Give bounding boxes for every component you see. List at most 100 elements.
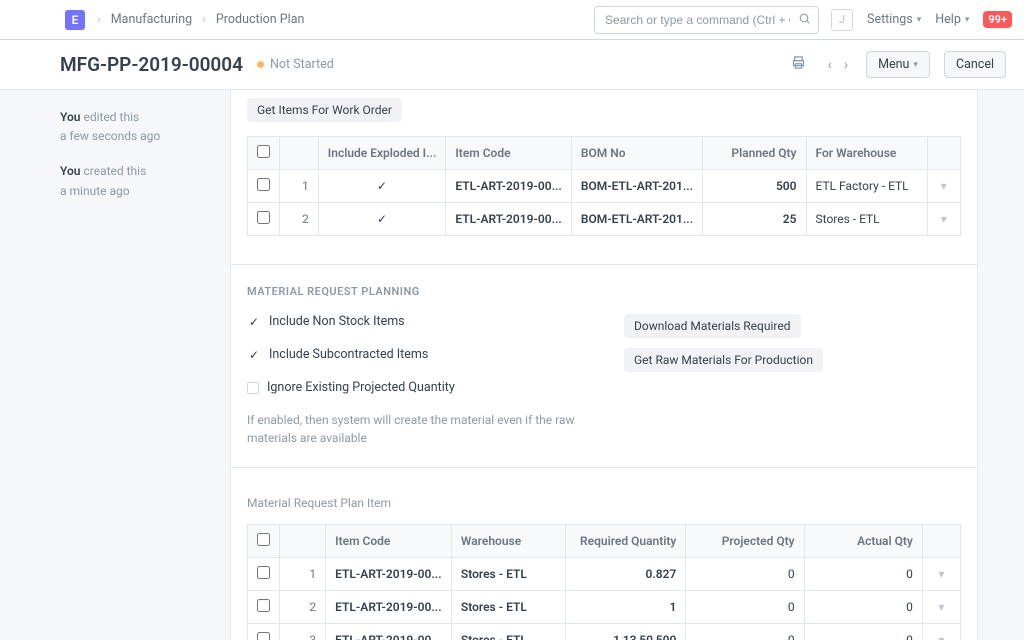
row-checkbox[interactable] [257, 211, 270, 224]
checkbox-empty-icon [247, 382, 259, 394]
row-index: 2 [280, 203, 319, 236]
page-header: MFG-PP-2019-00004 Not Started ‹ › Menu▾ … [0, 40, 1024, 90]
projected-qty-cell[interactable]: 0 [686, 590, 804, 623]
col-bom-no[interactable]: BOM No [571, 137, 702, 170]
row-menu-icon[interactable]: ▾ [922, 590, 960, 623]
chevron-right-icon: › [202, 12, 206, 27]
opt-help-text: If enabled, then system will create the … [247, 411, 584, 447]
work-order-items-table: Include Exploded I... Item Code BOM No P… [247, 136, 961, 236]
row-checkbox[interactable] [257, 178, 270, 191]
actual-qty-cell[interactable]: 0 [804, 623, 922, 640]
item-code-cell[interactable]: ETL-ART-2019-00... [326, 623, 452, 640]
crumb-production-plan[interactable]: Production Plan [216, 12, 305, 27]
row-menu-icon[interactable]: ▾ [927, 170, 960, 203]
get-raw-materials-button[interactable]: Get Raw Materials For Production [624, 348, 823, 372]
opt-include-subcontracted[interactable]: ✓ Include Subcontracted Items [247, 347, 584, 364]
include-exploded-cell[interactable]: ✓ [318, 170, 446, 203]
item-code-cell[interactable]: ETL-ART-2019-00... [326, 590, 452, 623]
status-text: Not Started [270, 57, 334, 72]
table-row[interactable]: 1✓ETL-ART-2019-00...BOM-ETL-ART-201...50… [248, 170, 961, 203]
item-code-cell[interactable]: ETL-ART-2019-00... [326, 557, 452, 590]
timeline-entry: You edited this a few seconds ago [60, 108, 218, 146]
chevron-right-icon: › [97, 12, 101, 27]
notifications-badge[interactable]: 99+ [983, 11, 1012, 28]
prev-icon[interactable]: ‹ [824, 53, 836, 77]
row-index: 2 [280, 590, 326, 623]
bom-no-cell[interactable]: BOM-ETL-ART-201... [571, 170, 702, 203]
settings-menu[interactable]: Settings▾ [867, 12, 921, 27]
opt-include-non-stock[interactable]: ✓ Include Non Stock Items [247, 314, 584, 331]
select-all-checkbox[interactable] [257, 145, 270, 158]
required-qty-cell[interactable]: 0.827 [566, 557, 686, 590]
crumb-manufacturing[interactable]: Manufacturing [111, 12, 192, 27]
select-all-checkbox[interactable] [257, 533, 270, 546]
help-menu[interactable]: Help▾ [935, 12, 969, 27]
material-request-plan-item-table: Item Code Warehouse Required Quantity Pr… [247, 524, 961, 640]
planned-qty-cell[interactable]: 500 [703, 170, 806, 203]
row-checkbox[interactable] [257, 566, 270, 579]
row-checkbox[interactable] [257, 632, 270, 640]
actual-qty-cell[interactable]: 0 [804, 557, 922, 590]
next-icon[interactable]: › [840, 53, 852, 77]
table-row[interactable]: 2ETL-ART-2019-00...Stores - ETL100▾ [248, 590, 961, 623]
breadcrumb: › Manufacturing › Production Plan [97, 12, 582, 27]
page-title: MFG-PP-2019-00004 [60, 53, 243, 76]
check-icon: ✓ [247, 347, 261, 364]
include-exploded-cell[interactable]: ✓ [318, 203, 446, 236]
row-checkbox[interactable] [257, 599, 270, 612]
warehouse-cell[interactable]: Stores - ETL [806, 203, 927, 236]
menu-button[interactable]: Menu▾ [866, 51, 930, 78]
col-item-code[interactable]: Item Code [326, 524, 452, 557]
col-planned-qty[interactable]: Planned Qty [703, 137, 806, 170]
search-input[interactable] [594, 6, 819, 34]
row-menu-icon[interactable]: ▾ [927, 203, 960, 236]
row-menu-icon[interactable]: ▾ [922, 557, 960, 590]
status-dot-icon [257, 61, 264, 68]
table-row[interactable]: 2✓ETL-ART-2019-00...BOM-ETL-ART-201...25… [248, 203, 961, 236]
get-items-button[interactable]: Get Items For Work Order [247, 98, 402, 122]
col-required-qty[interactable]: Required Quantity [566, 524, 686, 557]
col-warehouse[interactable]: Warehouse [451, 524, 565, 557]
user-block: J Settings▾ Help▾ 99+ [831, 9, 1012, 31]
brand-logo[interactable]: E [65, 10, 85, 30]
timeline-sidebar: You edited this a few seconds ago You cr… [0, 90, 230, 640]
actual-qty-cell[interactable]: 0 [804, 590, 922, 623]
download-materials-button[interactable]: Download Materials Required [624, 314, 801, 338]
item-code-cell[interactable]: ETL-ART-2019-00... [446, 170, 571, 203]
table-row[interactable]: 1ETL-ART-2019-00...Stores - ETL0.82700▾ [248, 557, 961, 590]
warehouse-cell[interactable]: ETL Factory - ETL [806, 170, 927, 203]
col-for-warehouse[interactable]: For Warehouse [806, 137, 927, 170]
check-icon: ✓ [247, 314, 261, 331]
warehouse-cell[interactable]: Stores - ETL [451, 623, 565, 640]
row-index: 1 [280, 557, 326, 590]
form-main: Get Items For Work Order Include Explode… [230, 90, 978, 640]
print-icon[interactable] [787, 51, 810, 78]
status-badge: Not Started [257, 57, 334, 72]
opt-ignore-projected-qty[interactable]: Ignore Existing Projected Quantity [247, 380, 584, 395]
avatar[interactable]: J [831, 9, 853, 31]
material-request-planning-section: MATERIAL REQUEST PLANNING ✓ Include Non … [231, 264, 977, 468]
projected-qty-cell[interactable]: 0 [686, 557, 804, 590]
col-include-exploded[interactable]: Include Exploded I... [318, 137, 446, 170]
section-heading: MATERIAL REQUEST PLANNING [247, 285, 961, 298]
required-qty-cell[interactable]: 1 [566, 590, 686, 623]
required-qty-cell[interactable]: 1,13,50,500 [566, 623, 686, 640]
planned-qty-cell[interactable]: 25 [703, 203, 806, 236]
search-wrap [594, 6, 819, 34]
bom-no-cell[interactable]: BOM-ETL-ART-201... [571, 203, 702, 236]
row-menu-icon[interactable]: ▾ [922, 623, 960, 640]
col-item-code[interactable]: Item Code [446, 137, 571, 170]
row-index: 1 [280, 170, 319, 203]
projected-qty-cell[interactable]: 0 [686, 623, 804, 640]
warehouse-cell[interactable]: Stores - ETL [451, 557, 565, 590]
table-row[interactable]: 3ETL-ART-2019-00...Stores - ETL1,13,50,5… [248, 623, 961, 640]
col-actual-qty[interactable]: Actual Qty [804, 524, 922, 557]
navbar: E › Manufacturing › Production Plan J Se… [0, 0, 1024, 40]
item-code-cell[interactable]: ETL-ART-2019-00... [446, 203, 571, 236]
search-icon [798, 12, 811, 29]
cancel-button[interactable]: Cancel [944, 51, 1006, 78]
caret-down-icon: ▾ [917, 15, 922, 25]
caret-down-icon: ▾ [913, 60, 918, 70]
warehouse-cell[interactable]: Stores - ETL [451, 590, 565, 623]
col-projected-qty[interactable]: Projected Qty [686, 524, 804, 557]
